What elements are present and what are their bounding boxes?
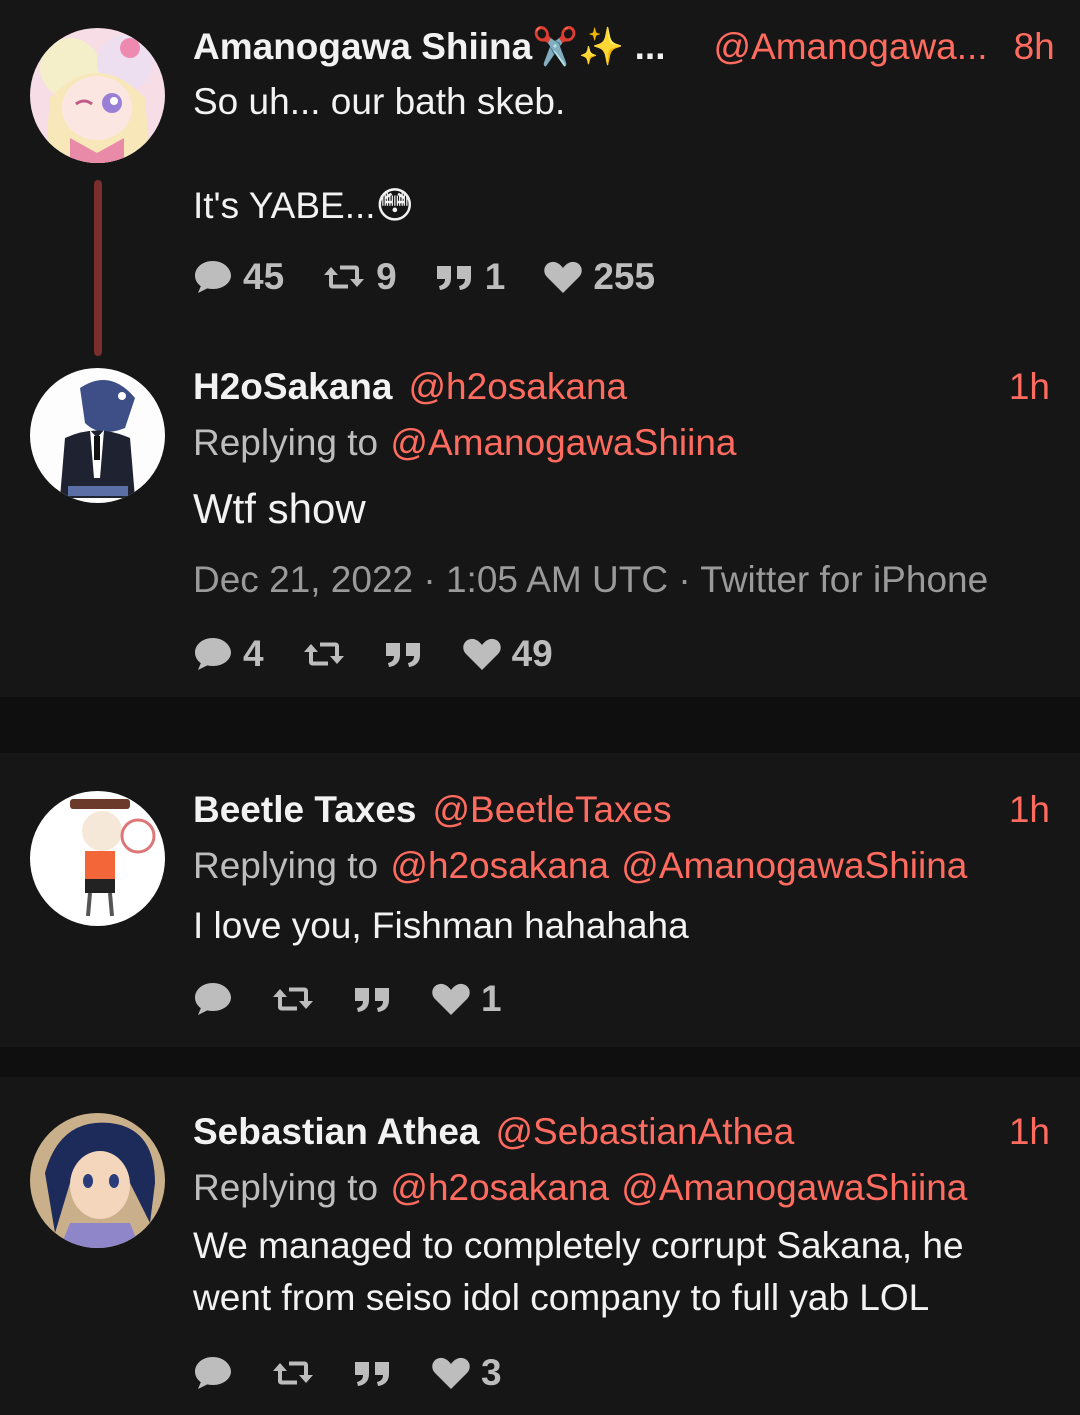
retweet-icon bbox=[271, 1357, 315, 1389]
retweet-button[interactable] bbox=[271, 1357, 315, 1389]
like-button[interactable]: 49 bbox=[462, 633, 553, 675]
tweet-beetletaxes[interactable]: Beetle Taxes @BeetleTaxes 1h Replying to… bbox=[0, 791, 1080, 1020]
reply-to-handle[interactable]: @AmanogawaShiina bbox=[621, 1167, 967, 1208]
retweet-count: 9 bbox=[376, 256, 397, 297]
tweet-stats: 45 9 1 255 bbox=[193, 256, 1050, 298]
reply-card: Sebastian Athea @SebastianAthea 1h Reply… bbox=[0, 1077, 1080, 1415]
quote-button[interactable] bbox=[353, 984, 393, 1014]
tweet-text: We managed to completely corrupt Sakana,… bbox=[193, 1220, 1050, 1324]
reply-count: 4 bbox=[243, 633, 264, 674]
quote-icon bbox=[353, 1358, 393, 1388]
reply-to-handle[interactable]: @AmanogawaShiina bbox=[390, 422, 736, 463]
like-count: 49 bbox=[511, 633, 553, 674]
reply-button[interactable]: 45 bbox=[193, 256, 284, 298]
name-emoji-suffix: ✂️✨ ... bbox=[532, 26, 666, 67]
like-button[interactable]: 255 bbox=[543, 256, 655, 298]
tweet-stats: 3 bbox=[193, 1352, 1050, 1394]
replying-to-label: Replying to bbox=[193, 422, 379, 463]
avatar[interactable] bbox=[30, 28, 165, 163]
like-button[interactable]: 3 bbox=[431, 1352, 502, 1394]
reply-button[interactable] bbox=[193, 981, 233, 1017]
replying-to: Replying to @h2osakana @AmanogawaShiina bbox=[193, 1169, 1050, 1206]
tweet-stats: 4 49 bbox=[193, 633, 1050, 675]
retweet-button[interactable]: 9 bbox=[322, 256, 397, 298]
quote-button[interactable]: 1 bbox=[435, 256, 506, 298]
reply-button[interactable]: 4 bbox=[193, 633, 264, 675]
reply-to-handle[interactable]: @h2osakana bbox=[390, 845, 609, 886]
reply-count: 45 bbox=[243, 256, 285, 297]
reply-icon bbox=[193, 1355, 233, 1391]
reply-button[interactable] bbox=[193, 1355, 233, 1391]
retweet-button[interactable] bbox=[302, 638, 346, 670]
avatar[interactable] bbox=[30, 368, 165, 503]
quote-icon bbox=[353, 984, 393, 1014]
tweet-text: Wtf show bbox=[193, 485, 366, 532]
tweet-h2osakana[interactable]: H2oSakana @h2osakana 1h Replying to @Ama… bbox=[0, 368, 1080, 675]
avatar[interactable] bbox=[30, 791, 165, 926]
reply-icon bbox=[193, 636, 233, 672]
timestamp[interactable]: 1h bbox=[1009, 791, 1050, 828]
tweet-text: I love you, Fishman hahahaha bbox=[193, 905, 689, 946]
user-handle[interactable]: @h2osakana bbox=[409, 368, 628, 405]
like-count: 255 bbox=[593, 256, 656, 297]
reply-to-handle[interactable]: @h2osakana bbox=[390, 1167, 609, 1208]
replying-to: Replying to @AmanogawaShiina bbox=[193, 424, 1050, 461]
user-handle[interactable]: @BeetleTaxes bbox=[433, 791, 672, 828]
reply-to-handle[interactable]: @AmanogawaShiina bbox=[621, 845, 967, 886]
retweet-button[interactable] bbox=[271, 983, 315, 1015]
reply-card: Beetle Taxes @BeetleTaxes 1h Replying to… bbox=[0, 753, 1080, 1047]
quote-button[interactable] bbox=[353, 1358, 393, 1388]
reply-icon bbox=[193, 259, 233, 295]
timestamp[interactable]: 8h bbox=[1014, 28, 1055, 65]
tweet-text-line: It's YABE...😳 bbox=[193, 185, 415, 226]
tweet-amanogawa[interactable]: Amanogawa Shiina✂️✨ ... @Amanogawa... 8h… bbox=[0, 28, 1080, 298]
tweet-text-line: So uh... our bath skeb. bbox=[193, 81, 566, 122]
quote-count: 1 bbox=[484, 256, 506, 297]
replying-to-label: Replying to bbox=[193, 1167, 379, 1208]
tweet-stats: 1 bbox=[193, 978, 1050, 1020]
replying-to: Replying to @h2osakana @AmanogawaShiina bbox=[193, 847, 1050, 884]
heart-icon bbox=[431, 981, 471, 1017]
tweet-meta[interactable]: Dec 21, 2022 · 1:05 AM UTC · Twitter for… bbox=[193, 559, 1050, 601]
like-count: 3 bbox=[481, 1352, 502, 1393]
like-count: 1 bbox=[481, 978, 502, 1019]
display-name[interactable]: Beetle Taxes bbox=[193, 791, 417, 828]
retweet-icon bbox=[302, 638, 346, 670]
heart-icon bbox=[543, 259, 583, 295]
like-button[interactable]: 1 bbox=[431, 978, 502, 1020]
tweet-text-line: We managed to completely corrupt Sakana,… bbox=[193, 1225, 964, 1266]
reply-icon bbox=[193, 981, 233, 1017]
timestamp[interactable]: 1h bbox=[1009, 368, 1050, 405]
user-handle[interactable]: @Amanogawa... bbox=[714, 28, 988, 65]
retweet-icon bbox=[322, 261, 366, 293]
thread-card: Amanogawa Shiina✂️✨ ... @Amanogawa... 8h… bbox=[0, 0, 1080, 697]
quote-icon bbox=[435, 262, 475, 292]
tweet-text-line: went from seiso idol company to full yab… bbox=[193, 1277, 930, 1318]
separator bbox=[0, 1047, 1080, 1077]
display-name[interactable]: Amanogawa Shiina✂️✨ ... bbox=[193, 28, 666, 65]
timestamp[interactable]: 1h bbox=[1009, 1113, 1050, 1150]
retweet-icon bbox=[271, 983, 315, 1015]
heart-icon bbox=[462, 636, 502, 672]
separator bbox=[0, 697, 1080, 753]
display-name[interactable]: Sebastian Athea bbox=[193, 1113, 480, 1150]
display-name[interactable]: H2oSakana bbox=[193, 368, 393, 405]
avatar[interactable] bbox=[30, 1113, 165, 1248]
replying-to-label: Replying to bbox=[193, 845, 379, 886]
tweet-text: So uh... our bath skeb. It's YABE...😳 bbox=[193, 76, 1050, 232]
quote-icon bbox=[384, 639, 424, 669]
quote-button[interactable] bbox=[384, 639, 424, 669]
user-handle[interactable]: @SebastianAthea bbox=[496, 1113, 795, 1150]
heart-icon bbox=[431, 1355, 471, 1391]
tweet-sebastianathea[interactable]: Sebastian Athea @SebastianAthea 1h Reply… bbox=[0, 1113, 1080, 1394]
